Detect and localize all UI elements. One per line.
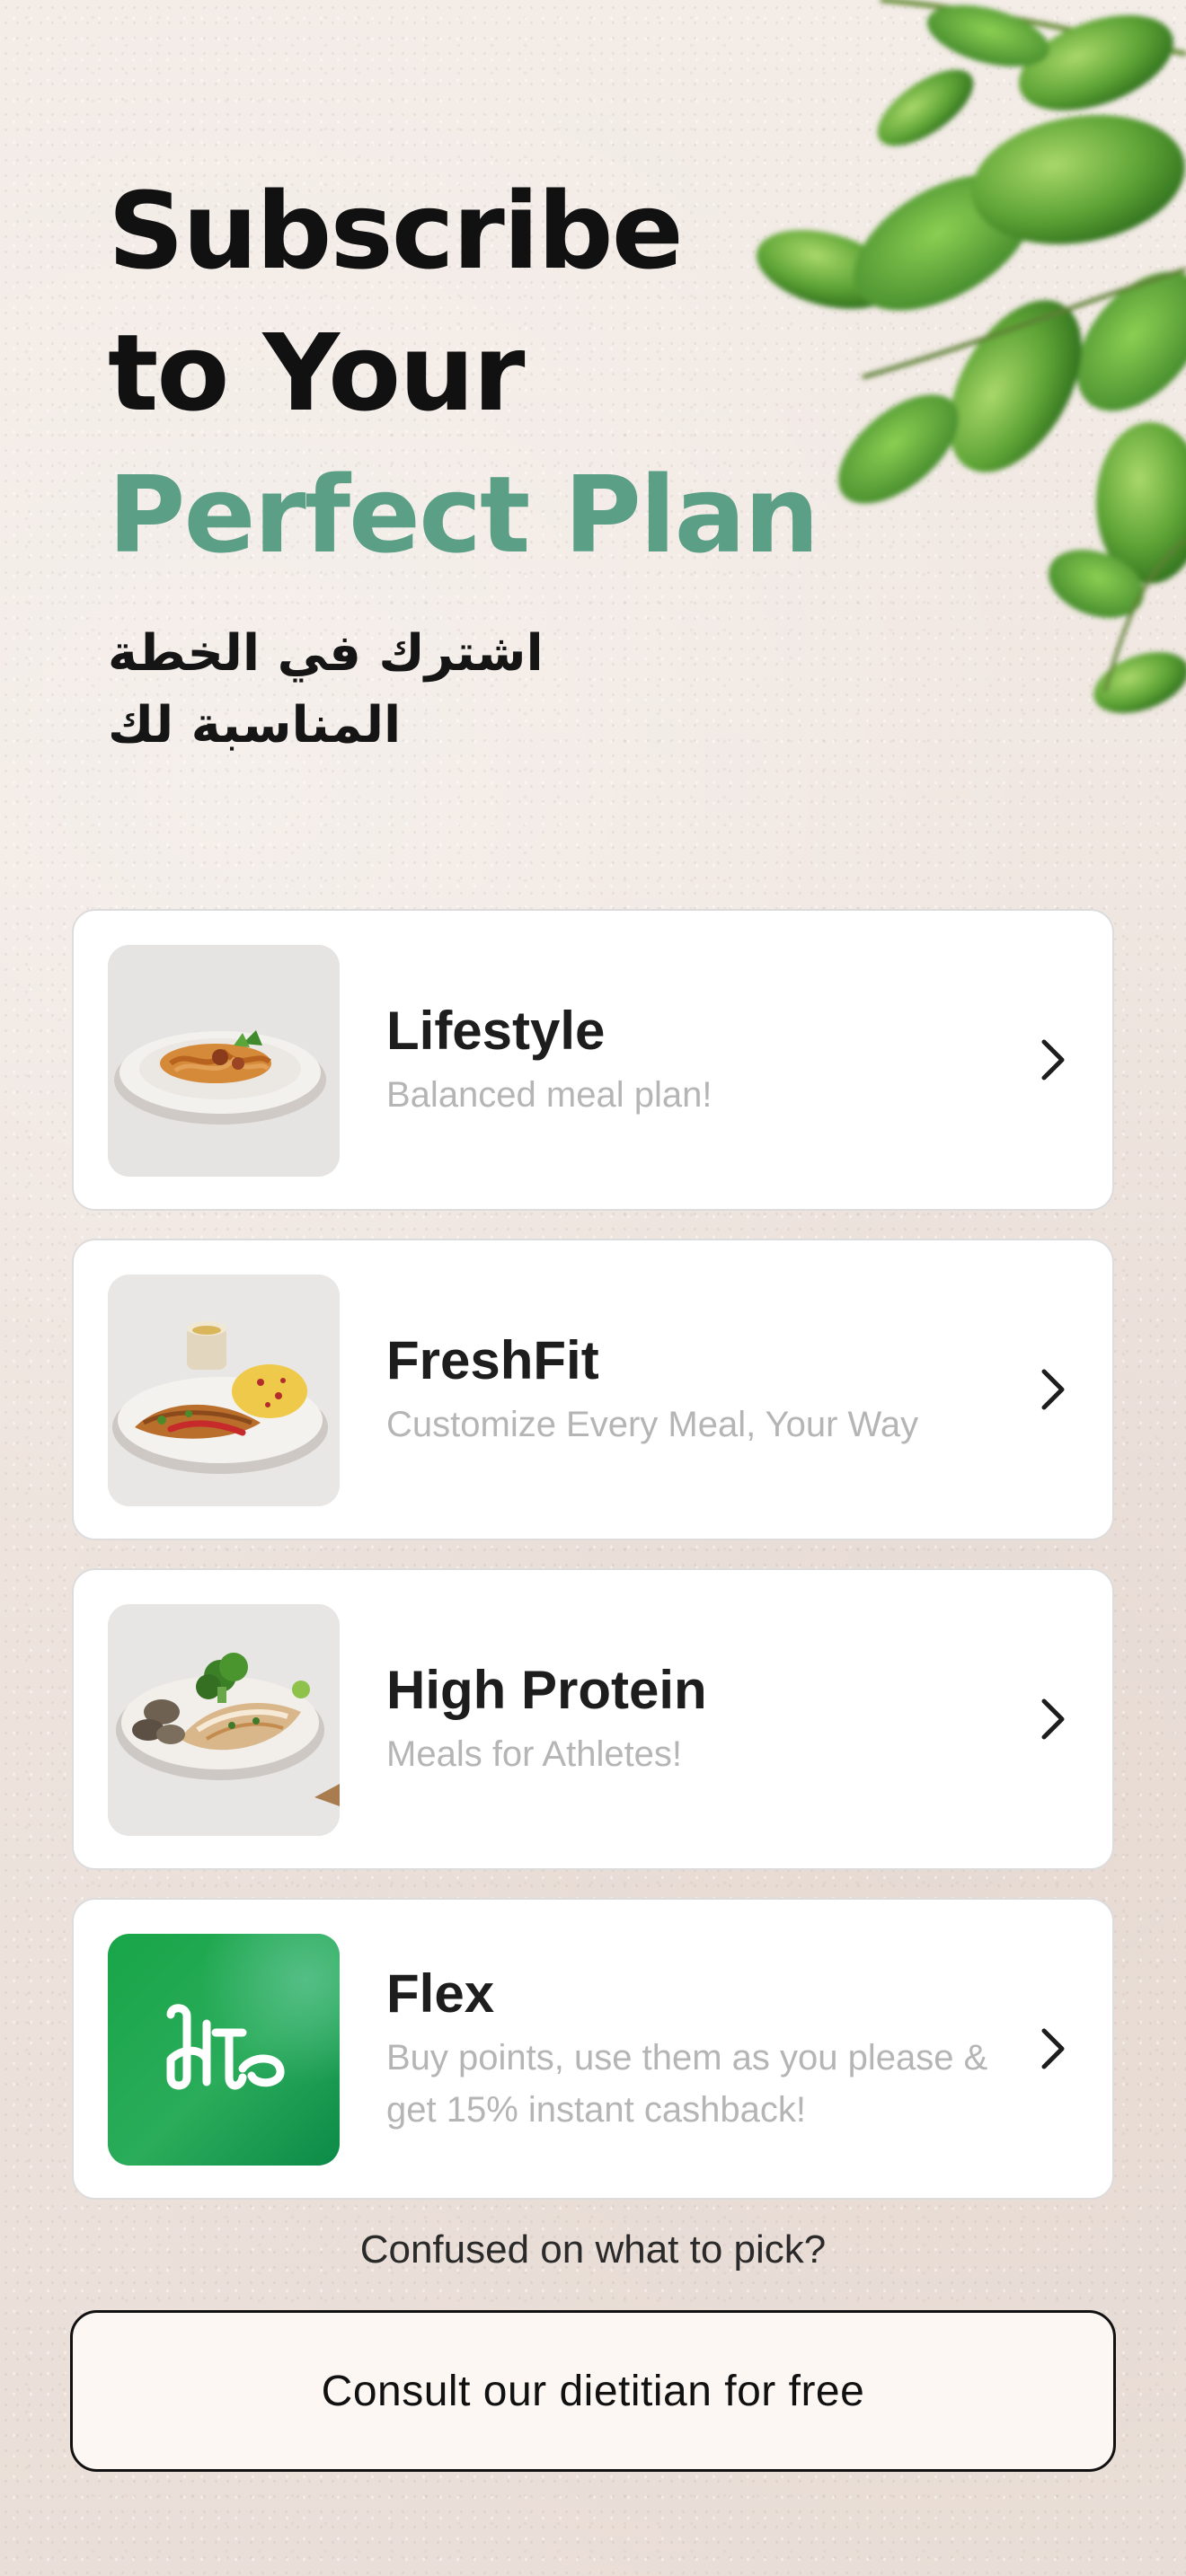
plan-description: Balanced meal plan! [386, 1075, 712, 1115]
chevron-right-icon [1041, 2028, 1065, 2069]
title-line-2: to Your [108, 311, 525, 435]
chevron-right-icon [1041, 1698, 1065, 1740]
plan-description: Buy points, use them as you please & get… [386, 2038, 988, 2130]
help-question: Confused on what to pick? [359, 2228, 827, 2272]
plan-name: FreshFit [386, 1330, 599, 1390]
flex-logo [108, 1934, 340, 2166]
title-line-1: Subscribe [108, 169, 684, 293]
hero-title: Subscribe to Your Perfect Plan [108, 160, 819, 586]
plan-card-lifestyle[interactable]: Lifestyle Balanced meal plan! [72, 909, 1114, 1211]
plan-card-flex[interactable]: Flex Buy points, use them as you please … [72, 1898, 1114, 2200]
pasta-dish-image [108, 945, 340, 1177]
plan-list: Lifestyle Balanced meal plan! FreshFit C… [72, 909, 1114, 2228]
chevron-right-icon [1041, 1039, 1065, 1081]
title-line-3: Perfect Plan [108, 453, 819, 577]
arabic-subtitle: اشترك في الخطة المناسبة لك [108, 624, 544, 754]
plan-name: High Protein [386, 1660, 707, 1720]
protein-dish-image [108, 1604, 340, 1836]
plan-description: Customize Every Meal, Your Way [386, 1405, 919, 1444]
chevron-right-icon [1041, 1369, 1065, 1410]
plan-name: Lifestyle [386, 1001, 606, 1061]
chicken-rice-dish-image [108, 1275, 340, 1506]
plan-name: Flex [386, 1963, 495, 2024]
plan-card-high-protein[interactable]: High Protein Meals for Athletes! [72, 1568, 1114, 1870]
plan-description: Meals for Athletes! [386, 1734, 683, 1774]
plan-card-freshfit[interactable]: FreshFit Customize Every Meal, Your Way [72, 1239, 1114, 1540]
consult-dietitian-button[interactable]: Consult our dietitian for free [70, 2310, 1116, 2472]
